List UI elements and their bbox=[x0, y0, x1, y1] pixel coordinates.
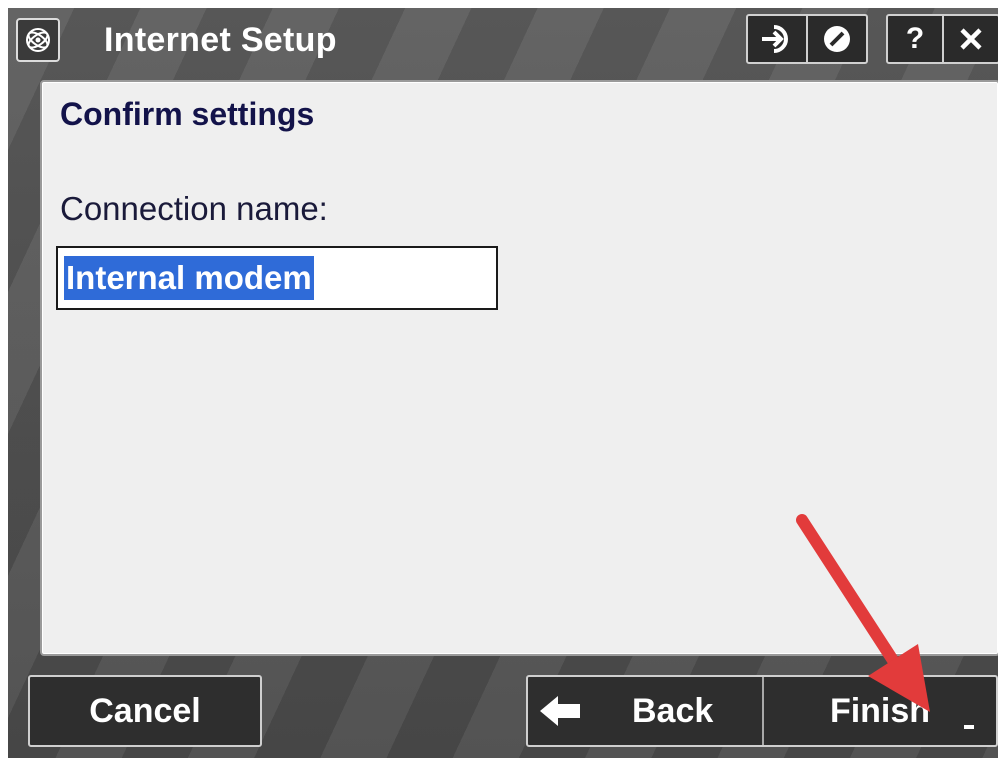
connection-name-label: Connection name: bbox=[60, 190, 328, 227]
title-bar: Internet Setup ? bbox=[8, 8, 998, 72]
close-icon[interactable] bbox=[944, 16, 998, 62]
finish-label: Finish bbox=[829, 691, 931, 730]
app-logo-icon[interactable] bbox=[16, 18, 60, 62]
help-icon[interactable]: ? bbox=[888, 16, 942, 62]
connection-name-input[interactable]: Internal modem bbox=[56, 246, 498, 310]
enter-icon[interactable] bbox=[748, 16, 806, 62]
connection-name-value: Internal modem bbox=[64, 256, 314, 300]
app-window: Internet Setup ? Confirm settings Connec… bbox=[8, 8, 998, 758]
wizard-nav-group: Back Finish bbox=[526, 675, 998, 747]
page-heading: Confirm settings bbox=[60, 96, 315, 132]
back-label: Back bbox=[632, 691, 714, 730]
back-button[interactable]: Back bbox=[528, 677, 762, 745]
content-panel: Confirm settings Connection name: Intern… bbox=[40, 80, 998, 656]
title-help-close-group: ? bbox=[886, 14, 998, 64]
stop-icon[interactable] bbox=[808, 16, 866, 62]
corner-indicator-icon bbox=[964, 725, 974, 729]
title-action-group bbox=[746, 14, 868, 64]
help-label: ? bbox=[905, 22, 925, 55]
cancel-button[interactable]: Cancel bbox=[28, 675, 262, 747]
back-arrow-icon bbox=[538, 694, 582, 728]
finish-button[interactable]: Finish bbox=[764, 677, 996, 745]
window-title: Internet Setup bbox=[104, 21, 337, 59]
